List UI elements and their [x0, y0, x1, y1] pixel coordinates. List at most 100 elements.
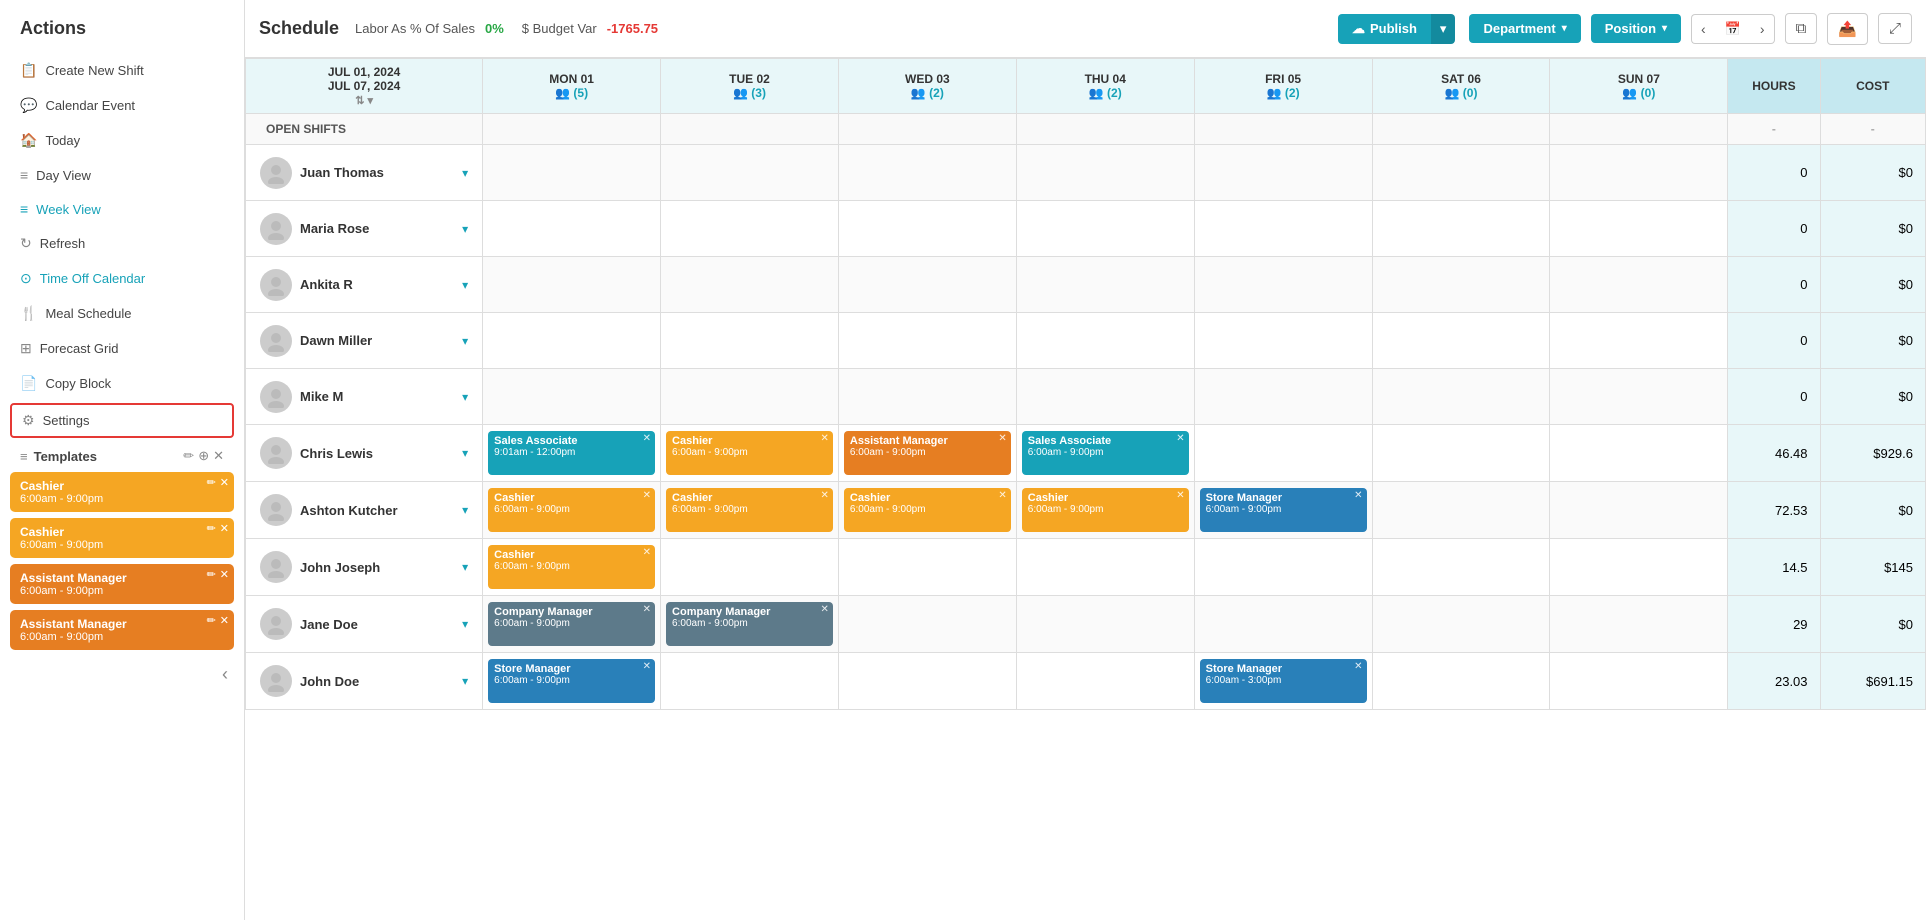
template-card-0[interactable]: ✏ ✕ Cashier 6:00am - 9:00pm	[10, 472, 234, 512]
shift-cell-emp6-day6	[1550, 482, 1728, 539]
sidebar-item-time-off[interactable]: ⊙ Time Off Calendar	[0, 261, 244, 296]
shift-cell-emp8-day0[interactable]: ✕ Company Manager 6:00am - 9:00pm	[483, 596, 661, 653]
emp-caret-5[interactable]: ▾	[462, 446, 468, 460]
tmpl-edit-icon-1[interactable]: ✏	[207, 522, 216, 535]
sidebar-item-refresh[interactable]: ↻ Refresh	[0, 226, 244, 261]
next-week-button[interactable]: ›	[1751, 14, 1775, 44]
emp-caret-1[interactable]: ▾	[462, 222, 468, 236]
sidebar-item-forecast-grid[interactable]: ⊞ Forecast Grid	[0, 331, 244, 366]
fullscreen-icon-button[interactable]: ⤢	[1878, 13, 1912, 44]
shift-cell-emp9-day5	[1372, 653, 1550, 710]
sidebar-item-meal-schedule[interactable]: 🍴 Meal Schedule	[0, 296, 244, 331]
shift-close-icon[interactable]: ✕	[998, 490, 1006, 501]
shift-close-icon[interactable]: ✕	[1354, 661, 1362, 672]
shift-cell-emp6-day1[interactable]: ✕ Cashier 6:00am - 9:00pm	[661, 482, 839, 539]
shift-cell-emp5-day3[interactable]: ✕ Sales Associate 6:00am - 9:00pm	[1016, 425, 1194, 482]
sidebar-item-today[interactable]: 🏠 Today	[0, 123, 244, 158]
shift-block-emp6-day0[interactable]: ✕ Cashier 6:00am - 9:00pm	[488, 488, 655, 532]
shift-cell-emp7-day0[interactable]: ✕ Cashier 6:00am - 9:00pm	[483, 539, 661, 596]
forecast-grid-icon: ⊞	[20, 340, 32, 357]
sidebar-collapse-button[interactable]: ‹	[0, 654, 244, 695]
emp-caret-4[interactable]: ▾	[462, 390, 468, 404]
tmpl-delete-icon[interactable]: ✕	[220, 476, 229, 489]
publish-caret-button[interactable]: ▾	[1431, 14, 1456, 44]
emp-caret-9[interactable]: ▾	[462, 674, 468, 688]
shift-block-emp5-day3[interactable]: ✕ Sales Associate 6:00am - 9:00pm	[1022, 431, 1189, 475]
shift-cell-emp5-day0[interactable]: ✕ Sales Associate 9:01am - 12:00pm	[483, 425, 661, 482]
shift-close-icon[interactable]: ✕	[1354, 490, 1362, 501]
department-dropdown[interactable]: Department ▾	[1469, 14, 1580, 43]
shift-cell-emp6-day0[interactable]: ✕ Cashier 6:00am - 9:00pm	[483, 482, 661, 539]
sort-icon[interactable]: ⇅ ▾	[355, 95, 373, 107]
shift-block-emp5-day0[interactable]: ✕ Sales Associate 9:01am - 12:00pm	[488, 431, 655, 475]
sidebar-item-day-view[interactable]: ≡ Day View	[0, 158, 244, 192]
prev-week-button[interactable]: ‹	[1691, 14, 1715, 44]
copy-icon-button[interactable]: ⧉	[1785, 13, 1818, 44]
emp-name-label-9: John Doe	[300, 674, 454, 689]
calendar-icon-button[interactable]: 📅	[1715, 14, 1751, 44]
emp-caret-7[interactable]: ▾	[462, 560, 468, 574]
tmpl-edit-icon-3[interactable]: ✏	[207, 614, 216, 627]
shift-cell-emp8-day1[interactable]: ✕ Company Manager 6:00am - 9:00pm	[661, 596, 839, 653]
shift-block-emp6-day1[interactable]: ✕ Cashier 6:00am - 9:00pm	[666, 488, 833, 532]
shift-cell-emp6-day2[interactable]: ✕ Cashier 6:00am - 9:00pm	[838, 482, 1016, 539]
publish-button[interactable]: ☁ Publish	[1338, 14, 1431, 44]
shift-close-icon[interactable]: ✕	[998, 433, 1006, 444]
tmpl-delete-icon-3[interactable]: ✕	[220, 614, 229, 627]
emp-caret-6[interactable]: ▾	[462, 503, 468, 517]
position-dropdown[interactable]: Position ▾	[1591, 14, 1681, 43]
templates-add-icon[interactable]: ⊕	[198, 448, 209, 464]
emp-avatar-4	[260, 381, 292, 413]
emp-caret-8[interactable]: ▾	[462, 617, 468, 631]
sidebar-item-settings[interactable]: ⚙ Settings	[10, 403, 234, 438]
shift-close-icon[interactable]: ✕	[643, 547, 651, 558]
shift-close-icon[interactable]: ✕	[643, 433, 651, 444]
tmpl-edit-icon-2[interactable]: ✏	[207, 568, 216, 581]
shift-cell-emp1-day5	[1372, 201, 1550, 257]
shift-block-emp8-day0[interactable]: ✕ Company Manager 6:00am - 9:00pm	[488, 602, 655, 646]
templates-close-icon[interactable]: ✕	[213, 448, 224, 464]
shift-cell-emp5-day2[interactable]: ✕ Assistant Manager 6:00am - 9:00pm	[838, 425, 1016, 482]
shift-close-icon[interactable]: ✕	[821, 433, 829, 444]
shift-cell-emp9-day4[interactable]: ✕ Store Manager 6:00am - 3:00pm	[1194, 653, 1372, 710]
emp-caret-0[interactable]: ▾	[462, 166, 468, 180]
shift-cell-emp9-day6	[1550, 653, 1728, 710]
shift-cell-emp5-day1[interactable]: ✕ Cashier 6:00am - 9:00pm	[661, 425, 839, 482]
shift-close-icon[interactable]: ✕	[821, 490, 829, 501]
sidebar-item-calendar-event[interactable]: 💬 Calendar Event	[0, 88, 244, 123]
shift-block-emp5-day1[interactable]: ✕ Cashier 6:00am - 9:00pm	[666, 431, 833, 475]
emp-caret-3[interactable]: ▾	[462, 334, 468, 348]
tmpl-delete-icon-1[interactable]: ✕	[220, 522, 229, 535]
shift-block-emp7-day0[interactable]: ✕ Cashier 6:00am - 9:00pm	[488, 545, 655, 589]
shift-close-icon[interactable]: ✕	[821, 604, 829, 615]
templates-edit-icon[interactable]: ✏	[183, 448, 194, 464]
shift-block-emp8-day1[interactable]: ✕ Company Manager 6:00am - 9:00pm	[666, 602, 833, 646]
shift-close-icon[interactable]: ✕	[1176, 433, 1184, 444]
sidebar-item-create-shift[interactable]: 📋 Create New Shift	[0, 53, 244, 88]
shift-cell-emp6-day3[interactable]: ✕ Cashier 6:00am - 9:00pm	[1016, 482, 1194, 539]
template-card-3[interactable]: ✏ ✕ Assistant Manager 6:00am - 9:00pm	[10, 610, 234, 650]
shift-block-emp6-day3[interactable]: ✕ Cashier 6:00am - 9:00pm	[1022, 488, 1189, 532]
shift-cell-emp6-day4[interactable]: ✕ Store Manager 6:00am - 9:00pm	[1194, 482, 1372, 539]
shift-block-emp9-day0[interactable]: ✕ Store Manager 6:00am - 9:00pm	[488, 659, 655, 703]
tmpl-delete-icon-2[interactable]: ✕	[220, 568, 229, 581]
shift-block-emp5-day2[interactable]: ✕ Assistant Manager 6:00am - 9:00pm	[844, 431, 1011, 475]
shift-close-icon[interactable]: ✕	[643, 490, 651, 501]
shift-close-icon[interactable]: ✕	[1176, 490, 1184, 501]
template-card-2[interactable]: ✏ ✕ Assistant Manager 6:00am - 9:00pm	[10, 564, 234, 604]
shift-block-emp6-day4[interactable]: ✕ Store Manager 6:00am - 9:00pm	[1200, 488, 1367, 532]
shift-block-emp9-day4[interactable]: ✕ Store Manager 6:00am - 3:00pm	[1200, 659, 1367, 703]
export-icon-button[interactable]: 📤	[1827, 13, 1868, 45]
shift-close-icon[interactable]: ✕	[643, 604, 651, 615]
shift-cell-emp9-day0[interactable]: ✕ Store Manager 6:00am - 9:00pm	[483, 653, 661, 710]
calendar-event-icon: 💬	[20, 97, 37, 114]
emp-caret-2[interactable]: ▾	[462, 278, 468, 292]
shift-block-emp6-day2[interactable]: ✕ Cashier 6:00am - 9:00pm	[844, 488, 1011, 532]
tmpl-edit-icon[interactable]: ✏	[207, 476, 216, 489]
header-mon: MON 01 👥 (5)	[483, 59, 661, 114]
sidebar-item-week-view[interactable]: ≡ Week View	[0, 192, 244, 226]
template-card-1[interactable]: ✏ ✕ Cashier 6:00am - 9:00pm	[10, 518, 234, 558]
sidebar-item-copy-block[interactable]: 📄 Copy Block	[0, 366, 244, 401]
emp-name-label-8: Jane Doe	[300, 617, 454, 632]
shift-close-icon[interactable]: ✕	[643, 661, 651, 672]
